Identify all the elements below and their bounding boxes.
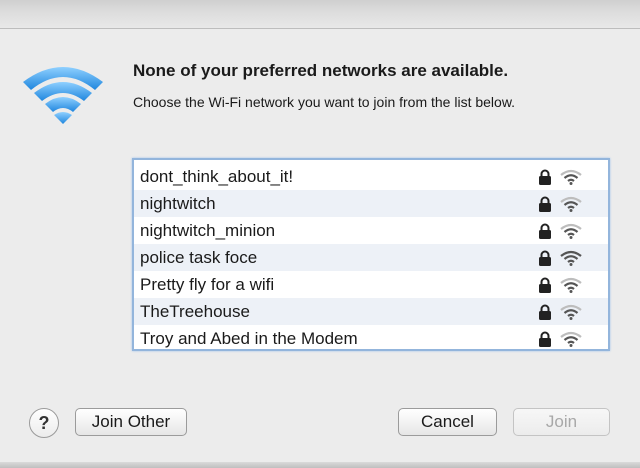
join-button[interactable]: Join xyxy=(513,408,610,436)
network-row[interactable]: Pretty fly for a wifi xyxy=(134,271,608,298)
lock-icon xyxy=(539,196,551,212)
wifi-signal-icon xyxy=(560,331,582,347)
wifi-signal-icon xyxy=(560,277,582,293)
wifi-signal-icon xyxy=(560,250,582,266)
lock-icon xyxy=(539,223,551,239)
dialog-heading: None of your preferred networks are avai… xyxy=(133,61,509,80)
window-top-edge xyxy=(0,0,640,29)
network-name: dont_think_about_it! xyxy=(140,167,294,186)
network-name: Pretty fly for a wifi xyxy=(140,275,275,294)
wifi-signal-icon xyxy=(560,223,582,239)
network-name: Troy and Abed in the Modem xyxy=(140,329,358,348)
wifi-logo-icon xyxy=(23,67,103,124)
network-row[interactable]: police task foce xyxy=(134,244,608,271)
lock-icon xyxy=(539,250,551,266)
network-row[interactable]: nightwitch xyxy=(134,190,608,217)
lock-icon xyxy=(539,331,551,347)
help-button[interactable]: ? xyxy=(29,408,59,438)
wifi-signal-icon xyxy=(560,169,582,185)
network-name: TheTreehouse xyxy=(140,302,250,321)
network-name: nightwitch_minion xyxy=(140,221,276,240)
window-bottom-edge xyxy=(0,462,640,468)
network-name: police task foce xyxy=(140,248,258,267)
network-row[interactable]: TheTreehouse xyxy=(134,298,608,325)
network-list[interactable]: dont_think_about_it! nightwitch nightwit… xyxy=(132,158,610,351)
lock-icon xyxy=(539,304,551,320)
cancel-button[interactable]: Cancel xyxy=(398,408,497,436)
dialog-subtext: Choose the Wi-Fi network you want to joi… xyxy=(133,94,516,110)
network-row[interactable]: dont_think_about_it! xyxy=(134,163,608,190)
wifi-signal-icon xyxy=(560,196,582,212)
join-other-button[interactable]: Join Other xyxy=(75,408,187,436)
network-row[interactable]: nightwitch_minion xyxy=(134,217,608,244)
lock-icon xyxy=(539,169,551,185)
network-name: nightwitch xyxy=(140,194,216,213)
lock-icon xyxy=(539,277,551,293)
wifi-signal-icon xyxy=(560,304,582,320)
network-row[interactable]: Troy and Abed in the Modem xyxy=(134,325,608,352)
